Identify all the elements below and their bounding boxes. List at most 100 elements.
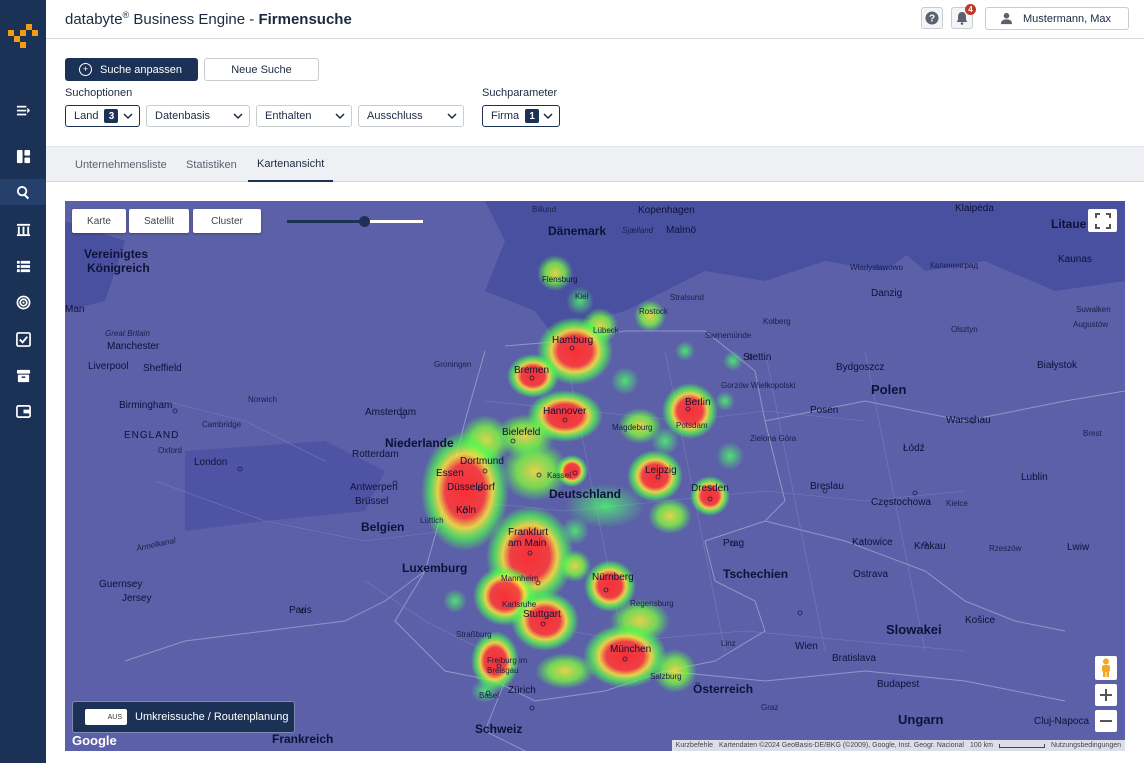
list-icon[interactable] bbox=[0, 253, 46, 279]
map-label-bialystok: Białystok bbox=[1037, 360, 1078, 371]
top-header: databyte® Business Engine - Firmensuche … bbox=[46, 0, 1144, 39]
tab-unternehmensliste[interactable]: Unternehmensliste bbox=[66, 147, 176, 182]
map-label-lodz: Łódź bbox=[903, 443, 925, 454]
view-tabs: Unternehmensliste Statistiken Kartenansi… bbox=[46, 146, 1144, 182]
slider-handle[interactable] bbox=[359, 216, 370, 227]
map-label-bydgoszcz: Bydgoszcz bbox=[836, 362, 885, 373]
map-label-dresden: Dresden bbox=[691, 483, 729, 494]
tab-kartenansicht[interactable]: Kartenansicht bbox=[248, 147, 334, 182]
slider-fill bbox=[287, 220, 365, 223]
map-label-stralsund: Stralsund bbox=[670, 293, 704, 302]
building-icon[interactable] bbox=[0, 216, 46, 242]
map-label-ostrava: Ostrava bbox=[853, 569, 889, 580]
map-label-potsdam: Potsdam bbox=[676, 421, 708, 430]
search-icon[interactable] bbox=[0, 179, 46, 205]
map-label-katowice: Katowice bbox=[852, 537, 893, 548]
map-label-london: London bbox=[194, 457, 228, 468]
zoom-in-button[interactable] bbox=[1095, 684, 1117, 706]
sidebar bbox=[0, 0, 46, 763]
databyte-logo[interactable] bbox=[8, 24, 38, 48]
map-label-schweiz: Schweiz bbox=[475, 722, 523, 736]
enthalten-select-label: Enthalten bbox=[265, 110, 312, 122]
map-label-muenchen: München bbox=[610, 644, 652, 655]
route-planning-toggle[interactable]: AUS bbox=[85, 709, 127, 725]
google-logo: Google bbox=[72, 733, 117, 748]
archive-icon[interactable] bbox=[0, 362, 46, 388]
route-planning-label: Umkreissuche / Routenplanung bbox=[135, 711, 289, 723]
map-label-manchester: Manchester bbox=[107, 341, 160, 352]
map-canvas bbox=[65, 201, 1125, 751]
ausschluss-select[interactable]: Ausschluss bbox=[358, 105, 464, 127]
land-select[interactable]: Land 3 bbox=[65, 105, 140, 127]
export-icon[interactable] bbox=[0, 398, 46, 424]
map-label-kopenhagen: Kopenhagen bbox=[638, 205, 695, 216]
datenbasis-select-label: Datenbasis bbox=[155, 110, 211, 122]
map-label-frankfurt1: Frankfurt bbox=[508, 527, 549, 538]
map-label-swinemuende: Swinemünde bbox=[705, 331, 752, 340]
datenbasis-select[interactable]: Datenbasis bbox=[146, 105, 250, 127]
map-label-vk2: Königreich bbox=[87, 261, 150, 275]
map-label-bremen: Bremen bbox=[514, 365, 550, 376]
map-type-satellit-button[interactable]: Satellit bbox=[129, 209, 189, 233]
map-label-billund: Billund bbox=[532, 205, 557, 214]
map-data-attribution[interactable]: Kartendaten ©2024 GeoBasis-DE/BKG (©2009… bbox=[719, 742, 964, 749]
map-label-kosice: Košice bbox=[965, 615, 996, 626]
tab-statistiken[interactable]: Statistiken bbox=[177, 147, 246, 182]
search-params-label: Suchparameter bbox=[482, 87, 558, 99]
new-search-button[interactable]: Neue Suche bbox=[204, 58, 319, 81]
map-label-freiburg1: Freiburg im bbox=[487, 656, 528, 665]
svg-text:?: ? bbox=[929, 14, 935, 25]
chevron-down-icon bbox=[233, 113, 243, 120]
fullscreen-button[interactable] bbox=[1088, 209, 1117, 232]
heatmap-map[interactable]: Billund Dänemark Kopenhagen Sjælland Mal… bbox=[65, 201, 1125, 751]
map-label-daenemark: Dänemark bbox=[548, 224, 607, 238]
chevron-down-icon bbox=[543, 113, 553, 120]
map-label-wien: Wien bbox=[795, 641, 818, 652]
map-type-karte-button[interactable]: Karte bbox=[72, 209, 126, 233]
map-label-breslau: Breslau bbox=[810, 481, 844, 492]
map-scale[interactable]: 100 km bbox=[970, 742, 993, 749]
map-label-rzeszow: Rzeszów bbox=[989, 544, 1022, 553]
heatmap-opacity-slider[interactable] bbox=[287, 216, 423, 227]
street-view-pegman-button[interactable] bbox=[1095, 656, 1117, 680]
notifications-button[interactable]: 4 bbox=[951, 4, 976, 29]
user-menu-button[interactable]: Mustermann, Max bbox=[985, 7, 1129, 30]
map-label-wladyslawowo: Władysławowo bbox=[850, 263, 903, 272]
map-label-litauen: Litaue bbox=[1051, 217, 1087, 231]
help-button[interactable]: ? bbox=[921, 7, 943, 29]
land-select-label: Land bbox=[74, 110, 99, 122]
map-label-kielce: Kielce bbox=[946, 499, 968, 508]
minus-icon bbox=[1100, 720, 1112, 722]
checklist-icon[interactable] bbox=[0, 326, 46, 352]
map-label-deutschland: Deutschland bbox=[549, 487, 622, 501]
map-label-basel: Basel bbox=[479, 691, 500, 700]
menu-collapse-icon[interactable] bbox=[0, 97, 46, 123]
adjust-search-label: Suche anpassen bbox=[100, 63, 182, 76]
dashboard-icon[interactable] bbox=[0, 143, 46, 169]
map-label-polen: Polen bbox=[871, 382, 907, 397]
map-label-paris: Paris bbox=[289, 605, 312, 616]
map-label-duesseldorf: Düsseldorf bbox=[447, 482, 495, 493]
search-options-label: Suchoptionen bbox=[65, 87, 133, 99]
firma-select[interactable]: Firma 1 bbox=[482, 105, 560, 127]
map-label-freiburg2: Breisgau bbox=[487, 666, 519, 675]
map-label-magdeburg: Magdeburg bbox=[612, 423, 653, 432]
scale-bar bbox=[998, 743, 1045, 748]
user-name: Mustermann, Max bbox=[1023, 12, 1112, 25]
map-label-karlsruhe: Karlsruhe bbox=[502, 600, 537, 609]
enthalten-select[interactable]: Enthalten bbox=[256, 105, 352, 127]
map-label-cambridge: Cambridge bbox=[202, 420, 242, 429]
map-label-gorzow: Gorzów Wielkopolski bbox=[721, 381, 796, 390]
keyboard-shortcuts-link[interactable]: Kurzbefehle bbox=[676, 742, 713, 749]
target-icon[interactable] bbox=[0, 289, 46, 315]
map-label-czestochowa: Częstochowa bbox=[871, 497, 932, 508]
firma-count-badge: 1 bbox=[525, 109, 540, 123]
adjust-search-button[interactable]: + Suche anpassen bbox=[65, 58, 198, 81]
map-label-regensburg: Regensburg bbox=[630, 599, 674, 608]
terms-link[interactable]: Nutzungsbedingungen bbox=[1051, 742, 1121, 749]
map-label-zielona: Zielona Góra bbox=[750, 434, 797, 443]
map-label-malmoe: Malmö bbox=[666, 225, 697, 236]
zoom-out-button[interactable] bbox=[1095, 710, 1117, 732]
map-label-lwiw: Lwiw bbox=[1067, 542, 1090, 553]
cluster-button[interactable]: Cluster bbox=[193, 209, 261, 233]
